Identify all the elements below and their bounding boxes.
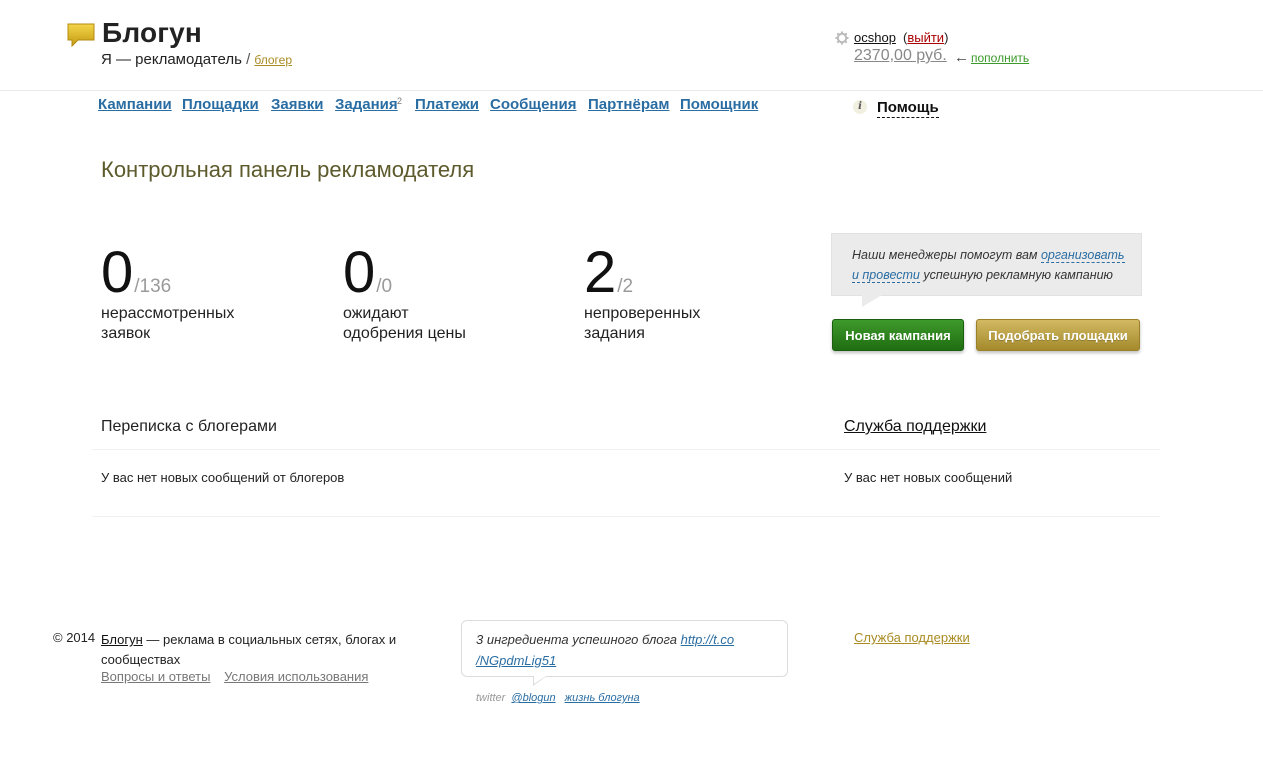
manager-help-callout: Наши менеджеры помогут вам организовать и… xyxy=(831,233,1142,296)
stat-label-line1: ожидают xyxy=(343,305,409,322)
stat-label-line2: задания xyxy=(584,325,645,342)
logout-link[interactable]: выйти xyxy=(907,30,944,45)
stat-label-line1: непроверенных xyxy=(584,305,701,322)
stat-total: /136 xyxy=(134,276,172,297)
terms-link[interactable]: Условия использования xyxy=(224,669,368,684)
stat-awaiting-price[interactable]: 0/0 ожидают одобрения цены xyxy=(343,240,466,343)
logo-icon[interactable] xyxy=(66,22,96,48)
stat-total: /0 xyxy=(376,276,393,297)
conduct-link[interactable]: и провести xyxy=(852,268,920,283)
callout-text-end: успешную рекламную кампанию xyxy=(919,268,1113,282)
topup-link[interactable]: пополнить xyxy=(971,51,1029,65)
tweet-text: 3 ингредиента успешного блога xyxy=(476,632,681,647)
nav-messages[interactable]: Сообщения xyxy=(490,96,576,113)
twitter-meta: twitter @blogun жизнь блогуна xyxy=(476,692,640,704)
footer-description: Блогун — реклама в социальных сетях, бло… xyxy=(101,630,421,670)
nav-payments[interactable]: Платежи xyxy=(415,96,479,113)
nav-partners[interactable]: Партнёрам xyxy=(588,96,669,113)
tweet-link-part1: http://t.co xyxy=(680,632,735,647)
logout-wrapper: (выйти) xyxy=(903,30,948,45)
stat-label: ожидают одобрения цены xyxy=(343,304,543,344)
stat-unreviewed-requests[interactable]: 0/136 нерассмотренных заявок xyxy=(101,240,234,343)
role-separator: / xyxy=(246,51,251,68)
arrow-left-icon: ← xyxy=(954,49,969,66)
blog-life-link[interactable]: жизнь блогуна xyxy=(565,692,640,704)
support-empty-text: У вас нет новых сообщений xyxy=(844,470,1013,485)
username-link[interactable]: ocshop xyxy=(854,30,896,45)
stat-unchecked-tasks[interactable]: 2/2 непроверенных задания xyxy=(584,240,700,343)
tweet-link-part2: /NGpdmLig51 xyxy=(476,653,557,668)
stat-label: нерассмотренных заявок xyxy=(101,304,301,344)
balance-amount[interactable]: 2370,00 руб. xyxy=(854,47,947,65)
bloggers-correspondence-title: Переписка с блогерами xyxy=(101,418,277,435)
callout-tail xyxy=(862,295,882,307)
logo-title[interactable]: Блогун xyxy=(102,17,202,49)
bloggers-empty-text: У вас нет новых сообщений от блогеров xyxy=(101,470,345,485)
stat-label: непроверенных задания xyxy=(584,304,784,344)
info-icon: i xyxy=(853,100,867,114)
footer-links: Вопросы и ответы Условия использования xyxy=(101,669,378,684)
section-divider-bottom xyxy=(92,516,1160,517)
new-campaign-button[interactable]: Новая кампания xyxy=(832,319,964,351)
pick-sites-button[interactable]: Подобрать площадки xyxy=(976,319,1140,351)
help-link[interactable]: Помощь xyxy=(877,99,939,118)
tweet-tail-inner xyxy=(534,676,546,684)
section-divider xyxy=(92,449,1160,450)
stat-value: 0 xyxy=(343,240,376,305)
footer-support-link[interactable]: Служба поддержки xyxy=(854,630,970,645)
nav-tasks[interactable]: Задания xyxy=(335,96,398,113)
nav-requests[interactable]: Заявки xyxy=(271,96,323,113)
stat-label-line2: заявок xyxy=(101,325,151,342)
footer-description-text: — реклама в социальных сетях, блогах и с… xyxy=(101,632,397,667)
role-indicator: Я — рекламодатель / блогер xyxy=(101,51,292,68)
twitter-label: twitter xyxy=(476,692,506,704)
footer-brand-link[interactable]: Блогун xyxy=(101,632,143,647)
organize-link[interactable]: организовать xyxy=(1040,248,1125,263)
faq-link[interactable]: Вопросы и ответы xyxy=(101,669,210,684)
stat-value: 2 xyxy=(584,240,617,305)
page-title: Контрольная панель рекламодателя xyxy=(101,157,475,182)
twitter-handle-link[interactable]: @blogun xyxy=(511,692,555,704)
stat-label-line1: нерассмотренных xyxy=(101,305,235,322)
copyright: © 2014 xyxy=(53,630,96,645)
nav-tasks-badge: 2 xyxy=(397,96,403,106)
nav-campaigns[interactable]: Кампании xyxy=(98,96,172,113)
nav-sites[interactable]: Площадки xyxy=(182,96,259,113)
tweet-bubble: 3 ингредиента успешного блога http://t.c… xyxy=(461,620,788,677)
header-divider xyxy=(0,90,1263,91)
switch-role-link[interactable]: блогер xyxy=(254,53,292,67)
callout-text: Наши менеджеры помогут вам xyxy=(852,248,1041,262)
support-title-link[interactable]: Служба поддержки xyxy=(844,418,986,436)
nav-assistant[interactable]: Помощник xyxy=(680,96,758,113)
stat-label-line2: одобрения цены xyxy=(343,325,466,342)
stat-total: /2 xyxy=(617,276,634,297)
stat-value: 0 xyxy=(101,240,134,305)
logout-paren-close: ) xyxy=(944,30,949,45)
role-text: Я — рекламодатель xyxy=(101,51,242,68)
gear-icon[interactable] xyxy=(835,31,849,45)
